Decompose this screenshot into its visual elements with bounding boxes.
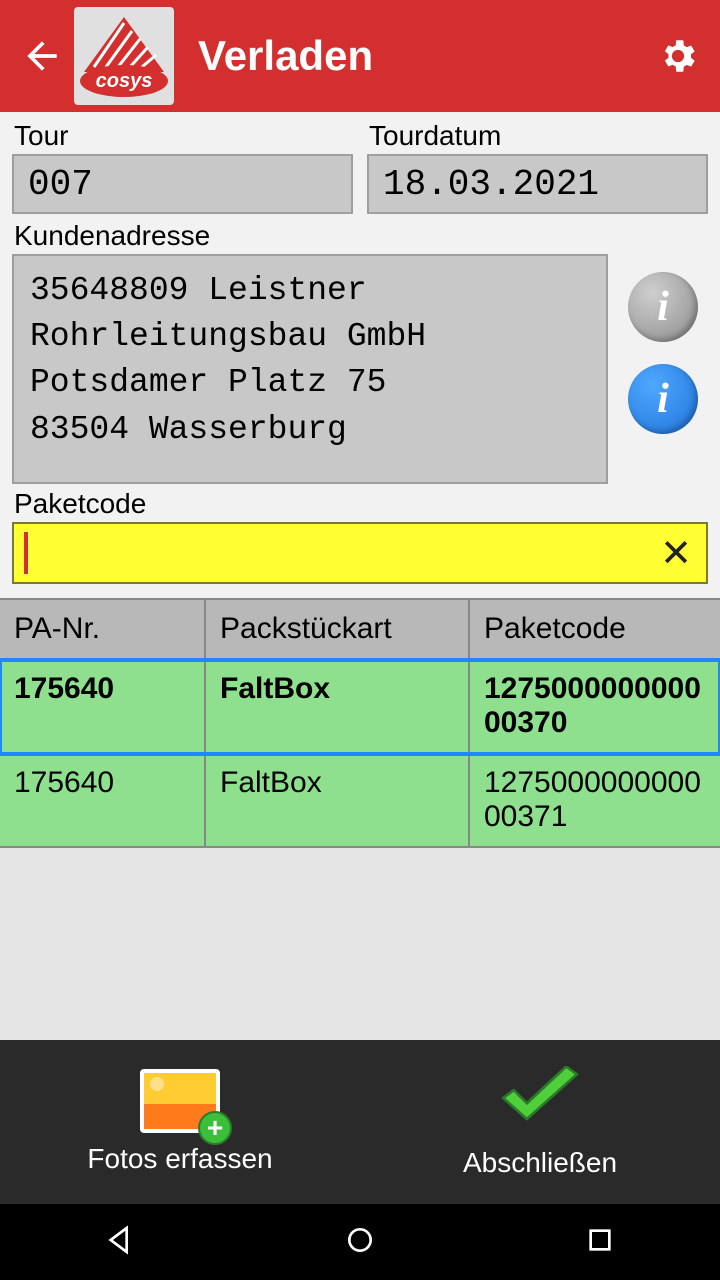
package-table: PA-Nr. Packstückart Paketcode 175640Falt… <box>0 598 720 848</box>
tour-value: 007 <box>28 164 93 205</box>
tourdatum-input[interactable]: 18.03.2021 <box>367 154 708 214</box>
cell-paketcode: 127500000000000370 <box>470 660 720 752</box>
app-bar: cosys Verladen <box>0 0 720 112</box>
tourdatum-label: Tourdatum <box>367 120 708 152</box>
photo-add-icon: + <box>140 1069 220 1133</box>
app-logo: cosys <box>74 7 174 105</box>
text-caret <box>24 532 28 574</box>
nav-recent-button[interactable] <box>584 1224 616 1261</box>
cell-packstueckart: FaltBox <box>206 660 470 752</box>
cell-packstueckart: FaltBox <box>206 754 470 846</box>
cell-paketcode: 127500000000000371 <box>470 754 720 846</box>
android-navbar <box>0 1204 720 1280</box>
table-row[interactable]: 175640FaltBox127500000000000370 <box>0 660 720 754</box>
info-grey-button[interactable]: i <box>628 272 698 342</box>
cell-pa-nr: 175640 <box>0 660 206 752</box>
th-paketcode: Paketcode <box>470 600 720 658</box>
fotos-label: Fotos erfassen <box>87 1143 272 1175</box>
paketcode-label: Paketcode <box>12 488 708 520</box>
checkmark-icon <box>498 1066 582 1137</box>
bottom-toolbar: + Fotos erfassen Abschließen <box>0 1040 720 1204</box>
svg-text:cosys: cosys <box>96 70 153 92</box>
tourdatum-value: 18.03.2021 <box>383 164 599 205</box>
tour-input[interactable]: 007 <box>12 154 353 214</box>
tour-label: Tour <box>12 120 353 152</box>
nav-back-button[interactable] <box>104 1224 136 1261</box>
table-row[interactable]: 175640FaltBox127500000000000371 <box>0 754 720 848</box>
address-box[interactable]: 35648809 Leistner Rohrleitungsbau GmbH P… <box>12 254 608 484</box>
abschliessen-button[interactable]: Abschließen <box>360 1040 720 1204</box>
th-pa-nr: PA-Nr. <box>0 600 206 658</box>
back-button[interactable] <box>18 32 66 80</box>
paketcode-input[interactable]: ✕ <box>12 522 708 584</box>
page-title: Verladen <box>198 32 654 80</box>
empty-area <box>0 848 720 1040</box>
cell-pa-nr: 175640 <box>0 754 206 846</box>
abschliessen-label: Abschließen <box>463 1147 617 1179</box>
clear-icon[interactable]: ✕ <box>660 531 692 576</box>
th-packstueckart: Packstückart <box>206 600 470 658</box>
kundenadresse-label: Kundenadresse <box>12 220 708 252</box>
settings-button[interactable] <box>654 32 702 80</box>
form-area: Tour 007 Tourdatum 18.03.2021 Kundenadre… <box>0 112 720 588</box>
table-header: PA-Nr. Packstückart Paketcode <box>0 598 720 660</box>
info-blue-button[interactable]: i <box>628 364 698 434</box>
nav-home-button[interactable] <box>344 1224 376 1261</box>
fotos-erfassen-button[interactable]: + Fotos erfassen <box>0 1040 360 1204</box>
